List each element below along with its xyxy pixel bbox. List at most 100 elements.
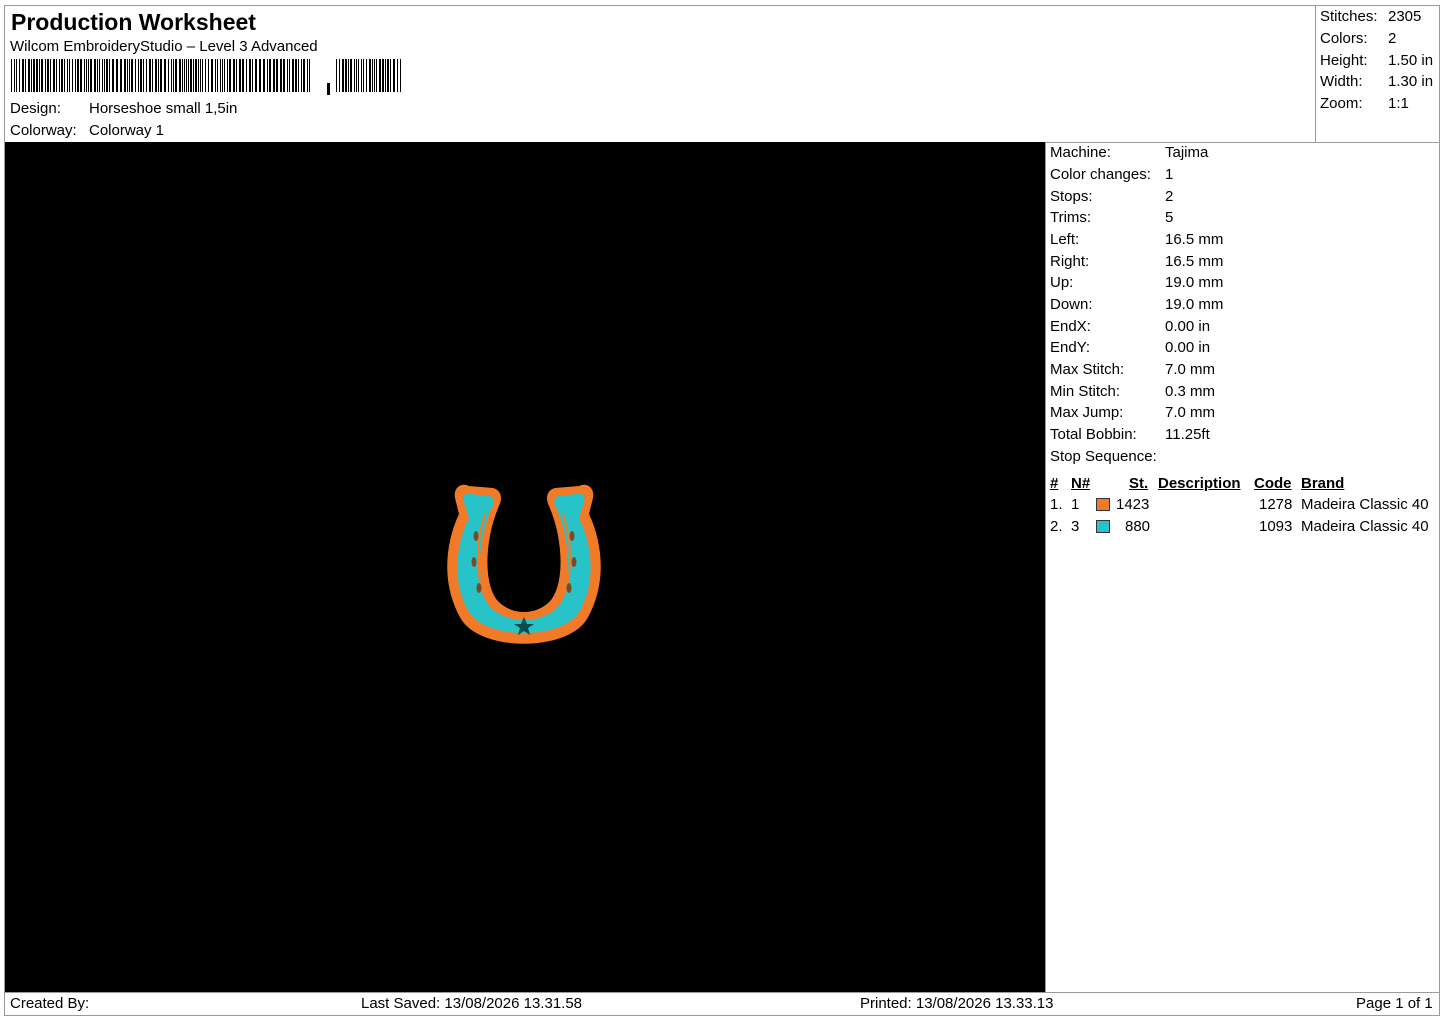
- barcode-bar: [97, 59, 98, 92]
- barcode-bar: [255, 59, 257, 92]
- barcode-bar: [129, 59, 130, 92]
- barcode-bar: [14, 59, 15, 92]
- barcode-bar: [382, 59, 384, 92]
- colorway-label: Colorway:: [10, 122, 77, 139]
- stop-brand: Madeira Classic 40: [1301, 518, 1429, 535]
- barcode-bar: [28, 59, 30, 92]
- barcode-bar: [387, 59, 389, 92]
- barcode-bar: [175, 59, 177, 92]
- barcode-bar: [393, 59, 395, 92]
- printed-date: Printed: 13/08/2026 13.33.13: [860, 995, 1054, 1012]
- barcode-bar: [127, 59, 128, 92]
- barcode-bar: [276, 59, 278, 92]
- col-stitches: St.: [1129, 475, 1149, 492]
- barcode-bar: [239, 59, 241, 92]
- worksheet: Production Worksheet Wilcom EmbroiderySt…: [4, 5, 1440, 1016]
- stop-code: 1278: [1259, 496, 1293, 513]
- software-name: Wilcom EmbroideryStudio – Level 3 Advanc…: [10, 38, 318, 55]
- barcode-bar: [31, 59, 32, 92]
- barcode-bar: [36, 59, 38, 92]
- barcode-bar: [140, 59, 142, 92]
- barcode-bar: [217, 59, 218, 92]
- barcode-bar: [88, 59, 89, 92]
- detail-row: EndX: 0.00 in: [1050, 318, 1210, 335]
- design-value: Horseshoe small 1,5in: [89, 100, 238, 117]
- barcode-bar: [184, 59, 185, 92]
- colorway-row: Colorway: Colorway 1: [10, 122, 164, 139]
- barcode-bar: [259, 59, 261, 92]
- barcode-bar: [215, 59, 216, 92]
- colorway-value: Colorway 1: [89, 122, 165, 139]
- barcode-bar: [77, 59, 79, 92]
- detail-row: Left: 16.5 mm: [1050, 231, 1223, 248]
- barcode-bar: [361, 59, 362, 92]
- detail-value: 0.00 in: [1165, 318, 1211, 335]
- barcode-bar: [246, 59, 247, 92]
- barcode-bar: [61, 59, 63, 92]
- barcode-bar: [75, 59, 76, 92]
- barcode-bar: [376, 59, 377, 92]
- detail-label: EndY:: [1050, 339, 1091, 356]
- barcode-bar: [390, 59, 391, 92]
- col-brand: Brand: [1301, 475, 1345, 492]
- detail-value: 0.00 in: [1165, 339, 1211, 356]
- detail-value: 19.0 mm: [1165, 274, 1224, 291]
- barcode-bar: [363, 59, 364, 92]
- barcode-bar: [179, 59, 181, 92]
- barcode-bar: [135, 59, 136, 92]
- summary-width: Width: 1.30 in: [1320, 73, 1434, 90]
- col-description: Description: [1158, 475, 1241, 492]
- barcode-bar: [379, 59, 381, 92]
- barcode-bar: [143, 59, 144, 92]
- detail-value: 11.25ft: [1165, 426, 1210, 443]
- detail-label: Max Jump:: [1050, 404, 1124, 421]
- detail-row: Max Stitch: 7.0 mm: [1050, 361, 1215, 378]
- barcode-bar: [263, 59, 265, 92]
- detail-value: 0.3 mm: [1165, 383, 1216, 400]
- barcode-bar: [350, 59, 352, 92]
- barcode-bar: [120, 59, 122, 92]
- detail-row: Down: 19.0 mm: [1050, 296, 1223, 313]
- barcode-bar: [50, 59, 51, 92]
- barcode-bar: [200, 59, 201, 92]
- barcode-bar: [11, 59, 12, 92]
- barcode-bar: [336, 59, 337, 92]
- barcode-bar: [102, 59, 103, 92]
- barcode-bar: [72, 59, 73, 92]
- detail-label: Down:: [1050, 296, 1093, 313]
- barcode: [11, 59, 401, 95]
- barcode-bar: [303, 59, 305, 92]
- detail-label: Up:: [1050, 274, 1074, 291]
- detail-value: 1: [1165, 166, 1174, 183]
- detail-row: Max Jump: 7.0 mm: [1050, 404, 1215, 421]
- barcode-bar: [186, 59, 187, 92]
- summary-box: Stitches: 2305 Colors: 2 Height: 1.50 in Wi…: [1315, 6, 1439, 142]
- col-code: Code: [1254, 475, 1292, 492]
- barcode-bar: [182, 59, 183, 92]
- barcode-bar: [356, 59, 357, 92]
- barcode-bar: [69, 59, 70, 92]
- barcode-bar: [124, 59, 126, 92]
- barcode-bar: [16, 59, 17, 92]
- barcode-bar: [168, 59, 169, 92]
- col-index: #: [1050, 475, 1059, 492]
- barcode-bar: [90, 59, 92, 92]
- barcode-bar: [298, 59, 299, 92]
- barcode-bar: [109, 59, 110, 92]
- barcode-bar: [366, 59, 367, 92]
- barcode-bar: [67, 59, 68, 92]
- stop-needle: 1: [1071, 496, 1080, 513]
- barcode-bar: [84, 59, 85, 92]
- barcode-bar: [149, 59, 151, 92]
- page-title: Production Worksheet: [11, 9, 256, 35]
- barcode-bar: [348, 59, 349, 92]
- detail-label: EndX:: [1050, 318, 1091, 335]
- last-saved: Last Saved: 13/08/2026 13.31.58: [361, 995, 583, 1012]
- detail-row: Stop Sequence:: [1050, 448, 1165, 465]
- barcode-bar: [283, 59, 285, 92]
- barcode-bar: [188, 59, 189, 92]
- barcode-bar: [301, 59, 302, 92]
- detail-row: Trims: 5: [1050, 209, 1173, 226]
- barcode-bar: [211, 59, 213, 92]
- created-by: Created By:: [10, 995, 90, 1012]
